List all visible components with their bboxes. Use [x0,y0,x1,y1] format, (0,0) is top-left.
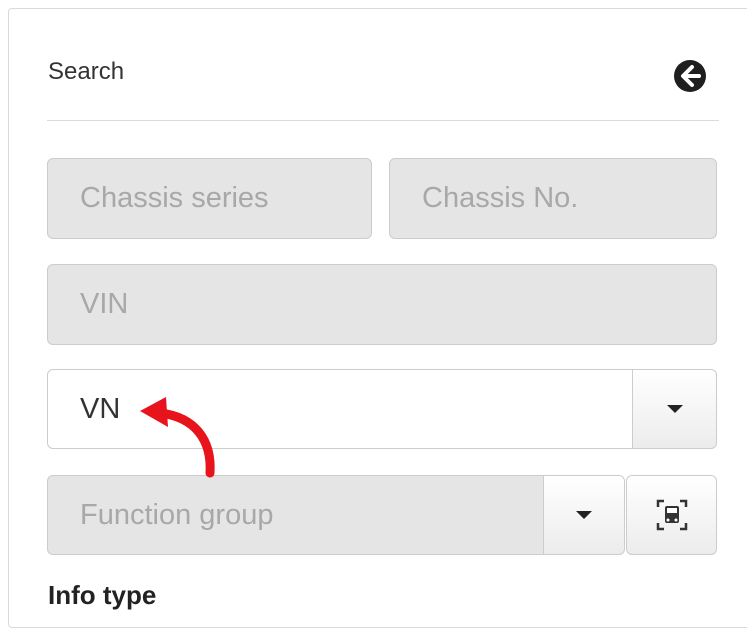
vn-dropdown-button[interactable] [632,369,717,449]
arrow-left-circle-icon [674,60,706,92]
vn-selected-value: VN [80,392,121,425]
caret-down-icon [576,511,592,519]
chassis-series-placeholder: Chassis series [80,182,269,214]
chassis-series-field[interactable]: Chassis series [47,158,372,239]
header-divider [47,120,719,121]
panel-title: Search [48,58,125,85]
info-type-heading: Info type [48,580,157,610]
vin-placeholder: VIN [80,288,129,320]
function-group-select[interactable]: Function group [47,475,544,555]
back-button[interactable] [672,58,708,94]
function-group-dropdown-button[interactable] [543,475,625,555]
function-group-placeholder: Function group [80,498,274,531]
vehicle-scan-icon [656,499,687,531]
red-annotation-arrow-icon [140,397,215,478]
function-group-scan-button[interactable] [626,475,717,555]
vin-field[interactable]: VIN [47,264,717,345]
caret-down-icon [666,405,683,413]
chassis-no-placeholder: Chassis No. [422,182,579,214]
chassis-no-field[interactable]: Chassis No. [389,158,717,239]
